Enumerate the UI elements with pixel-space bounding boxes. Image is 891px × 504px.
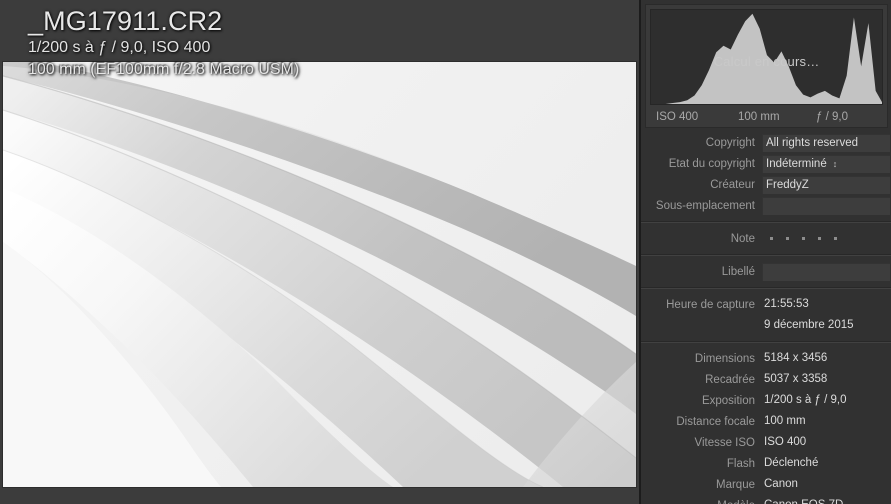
histogram-iso: ISO 400 (656, 111, 699, 123)
right-side-panel: Calcul en cours… ISO 400 100 mm ƒ / 9,0 … (639, 0, 891, 504)
metadata-group-separator (641, 254, 891, 256)
metadata-label-vitesse-iso: Vitesse ISO (694, 436, 755, 449)
metadata-row-distance-focale[interactable]: Distance focale 100 mm (641, 411, 891, 432)
metadata-label-exposition: Exposition (701, 394, 755, 407)
rating-dot-3[interactable] (802, 237, 805, 240)
metadata-value-copyright[interactable]: All rights reserved (762, 133, 890, 152)
metadata-value-text: Indéterminé (766, 157, 827, 170)
metadata-label-sous-emplacement: Sous-emplacement (655, 199, 755, 212)
metadata-value-libelle[interactable] (762, 262, 890, 281)
histogram-module[interactable]: Calcul en cours… ISO 400 100 mm ƒ / 9,0 … (645, 4, 888, 128)
histogram-plot[interactable]: Calcul en cours… (650, 9, 883, 105)
metadata-label-distance-focale: Distance focale (676, 415, 755, 428)
metadata-row-createur[interactable]: Créateur FreddyZ (641, 174, 891, 195)
metadata-label-etat-du-copyright: Etat du copyright (668, 157, 755, 170)
metadata-label-createur: Créateur (710, 178, 755, 191)
metadata-value-distance-focale: 100 mm (762, 413, 890, 430)
metadata-value-text: 1/200 s à ƒ / 9,0 (764, 394, 847, 406)
metadata-group: Note (641, 228, 891, 249)
metadata-group-separator (641, 341, 891, 343)
metadata-row-libelle[interactable]: Libellé (641, 261, 891, 282)
metadata-value-text: Canon (764, 478, 798, 490)
metadata-label-libelle: Libellé (721, 265, 755, 278)
metadata-row-marque[interactable]: Marque Canon (641, 474, 891, 495)
metadata-value-marque: Canon (762, 476, 890, 493)
metadata-value-dimensions: 5184 x 3456 (762, 350, 890, 367)
metadata-value-modele: Canon EOS 7D (762, 497, 890, 504)
metadata-group-separator (641, 221, 891, 223)
metadata-panel[interactable]: Copyright All rights reserved Etat du copy… (641, 132, 891, 504)
rating-dot-5[interactable] (834, 237, 837, 240)
metadata-value-exposition: 1/200 s à ƒ / 9,0 (762, 392, 890, 409)
metadata-label-heure-de-capture: Heure de capture (666, 298, 755, 311)
rating-dot-1[interactable] (770, 237, 773, 240)
metadata-value-text: 21:55:53 (764, 298, 809, 310)
metadata-value-vitesse-iso: ISO 400 (762, 434, 890, 451)
metadata-label-marque: Marque (716, 478, 755, 491)
metadata-row-copyright[interactable]: Copyright All rights reserved (641, 132, 891, 153)
metadata-row-heure-de-capture[interactable]: Heure de capture 21:55:53 (641, 294, 891, 315)
rating-dot-4[interactable] (818, 237, 821, 240)
histogram-aperture: ƒ / 9,0 (816, 111, 848, 123)
image-viewer[interactable]: _MG17911.CR2 1/200 s à ƒ / 9,0, ISO 400 … (0, 0, 639, 504)
lightroom-loupe-window: _MG17911.CR2 1/200 s à ƒ / 9,0, ISO 400 … (0, 0, 891, 504)
metadata-row-etat-du-copyright[interactable]: Etat du copyright Indéterminé ↕ (641, 153, 891, 174)
photo-image (3, 62, 636, 487)
metadata-value-text: Canon EOS 7D (764, 497, 843, 504)
metadata-value-text: 5037 x 3358 (764, 373, 828, 385)
rating-dots[interactable] (764, 237, 837, 240)
metadata-value-etat-du-copyright[interactable]: Indéterminé ↕ (762, 154, 890, 173)
metadata-value-createur[interactable]: FreddyZ (762, 175, 890, 194)
metadata-value-recadree: 5037 x 3358 (762, 371, 890, 388)
metadata-value-heure-de-capture: 21:55:53 (762, 296, 890, 313)
chevron-updown-icon[interactable]: ↕ (833, 159, 838, 169)
metadata-label-modele: Modèle (641, 500, 762, 504)
metadata-row-value[interactable]: 9 décembre 2015 (641, 315, 891, 336)
metadata-value-text: Déclenché (764, 457, 819, 469)
overlay-exposure: 1/200 s à ƒ / 9,0, ISO 400 (28, 39, 211, 56)
metadata-value-text: All rights reserved (766, 136, 859, 149)
metadata-row-exposition[interactable]: Exposition 1/200 s à ƒ / 9,0 (641, 390, 891, 411)
histogram-focal: 100 mm (738, 111, 780, 123)
metadata-group: Heure de capture 21:55:53 9 décembre 2015 (641, 294, 891, 336)
metadata-value-text: 5184 x 3456 (764, 352, 828, 364)
photo-frame[interactable] (3, 62, 636, 487)
metadata-row-recadree[interactable]: Recadrée 5037 x 3358 (641, 369, 891, 390)
metadata-label-dimensions: Dimensions (694, 352, 755, 365)
metadata-label-note: Note (730, 232, 755, 245)
metadata-value-text: 9 décembre 2015 (764, 319, 854, 331)
metadata-value-value: 9 décembre 2015 (762, 317, 890, 334)
histogram-info-bar: ISO 400 100 mm ƒ / 9,0 1 (650, 108, 883, 128)
metadata-value-text: 100 mm (764, 415, 806, 427)
metadata-label-flash: Flash (726, 457, 755, 470)
metadata-row-flash[interactable]: Flash Déclenché (641, 453, 891, 474)
metadata-value-sous-emplacement[interactable] (762, 196, 890, 215)
metadata-value-text: ISO 400 (764, 436, 807, 448)
metadata-group: Libellé (641, 261, 891, 282)
histogram-chart (651, 13, 882, 104)
metadata-row-vitesse-iso[interactable]: Vitesse ISO ISO 400 (641, 432, 891, 453)
metadata-value-flash: Déclenché (762, 455, 890, 472)
metadata-group: Copyright All rights reserved Etat du copy… (641, 132, 891, 216)
metadata-label-copyright: Copyright (705, 136, 755, 149)
metadata-group-separator (641, 287, 891, 289)
rating-dot-2[interactable] (786, 237, 789, 240)
metadata-label-recadree: Recadrée (705, 373, 755, 386)
metadata-group: Dimensions 5184 x 3456 Recadrée 5037 x 3358… (641, 348, 891, 504)
overlay-filename: _MG17911.CR2 (28, 6, 223, 36)
metadata-row-modele[interactable]: ModèleCanon EOS 7D (641, 495, 891, 504)
metadata-row-note[interactable]: Note (641, 228, 891, 249)
metadata-row-dimensions[interactable]: Dimensions 5184 x 3456 (641, 348, 891, 369)
metadata-value-text: FreddyZ (766, 178, 809, 191)
rating-stars[interactable] (762, 230, 890, 247)
metadata-row-sous-emplacement[interactable]: Sous-emplacement (641, 195, 891, 216)
